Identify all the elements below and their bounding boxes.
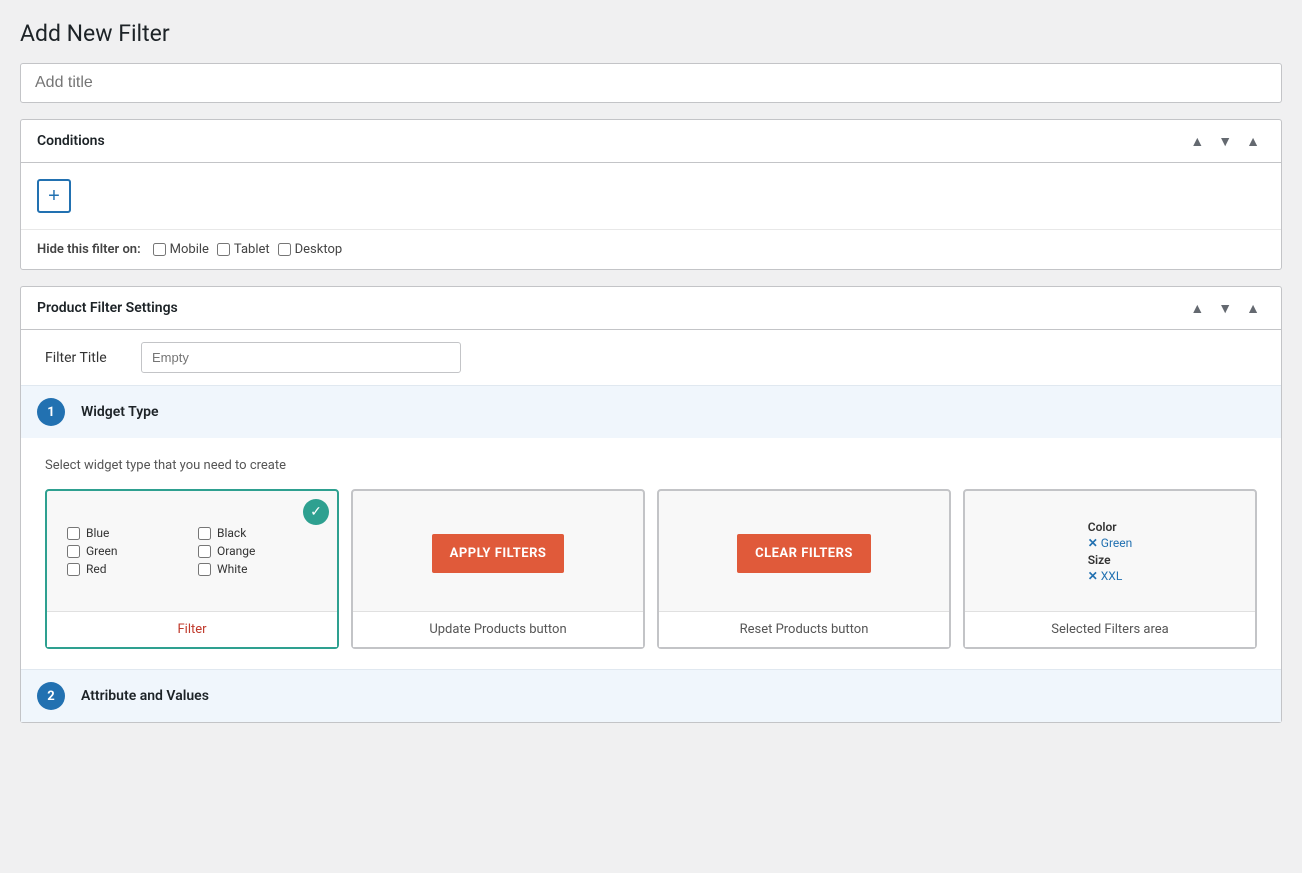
product-filter-panel-controls: ▲ ▼ ▲: [1185, 299, 1265, 317]
filter-check-white: White: [198, 562, 317, 576]
hide-desktop-checkbox[interactable]: [278, 243, 291, 256]
sf-color-x: ✕: [1088, 536, 1098, 550]
filter-check-red: Red: [67, 562, 186, 576]
sf-size-category: Size: [1088, 553, 1133, 567]
conditions-down-btn[interactable]: ▼: [1213, 132, 1237, 150]
widget-option-reset-products[interactable]: CLEAR FILTERS Reset Products button: [657, 489, 951, 649]
filter-preview: Blue Black Green Orange: [47, 491, 337, 611]
attribute-section-header: 2 Attribute and Values: [21, 669, 1281, 722]
conditions-panel: Conditions ▲ ▼ ▲ + Hide this filter on: …: [20, 119, 1282, 270]
sf-color-tag-text: Green: [1101, 536, 1132, 550]
sf-size-tag-text: XXL: [1101, 569, 1123, 583]
hide-filter-row: Hide this filter on: Mobile Tablet Deskt…: [21, 229, 1281, 269]
product-filter-panel-header: Product Filter Settings ▲ ▼ ▲: [21, 287, 1281, 330]
conditions-panel-header: Conditions ▲ ▼ ▲: [21, 120, 1281, 163]
filter-title-label: Filter Title: [45, 350, 125, 366]
widget-description: Select widget type that you need to crea…: [45, 458, 1257, 473]
add-condition-btn[interactable]: +: [37, 179, 71, 213]
apply-button-preview: APPLY FILTERS: [353, 491, 643, 611]
check-white: [198, 563, 211, 576]
hide-tablet-checkbox[interactable]: [217, 243, 230, 256]
hide-mobile-checkbox[interactable]: [153, 243, 166, 256]
attribute-section-title: Attribute and Values: [81, 688, 209, 704]
hide-mobile-label[interactable]: Mobile: [153, 242, 209, 257]
widget-section-title: Widget Type: [81, 404, 159, 420]
widget-section-number: 1: [37, 398, 65, 426]
selected-badge: ✓: [303, 499, 329, 525]
clear-btn: CLEAR FILTERS: [737, 534, 871, 573]
filter-check-orange: Orange: [198, 544, 317, 558]
filter-option-label: Filter: [47, 611, 337, 647]
filter-title-row: Filter Title: [21, 330, 1281, 385]
update-products-label: Update Products button: [353, 611, 643, 647]
sf-size-x: ✕: [1088, 569, 1098, 583]
check-blue: [67, 527, 80, 540]
conditions-panel-title: Conditions: [37, 133, 105, 149]
filter-checkboxes-preview: Blue Black Green Orange: [67, 526, 317, 580]
selected-filters-label: Selected Filters area: [965, 611, 1255, 647]
filter-check-green: Green: [67, 544, 186, 558]
widget-type-section-header: 1 Widget Type: [21, 385, 1281, 438]
reset-products-label: Reset Products button: [659, 611, 949, 647]
add-title-input[interactable]: [20, 63, 1282, 103]
widget-option-selected-filters[interactable]: Color ✕ Green Size ✕ XXL Selected Filter…: [963, 489, 1257, 649]
apply-btn: APPLY FILTERS: [432, 534, 565, 573]
check-red: [67, 563, 80, 576]
filter-cols: Blue Black Green Orange: [67, 526, 317, 580]
sf-color-tag: ✕ Green: [1088, 536, 1133, 550]
product-filter-panel: Product Filter Settings ▲ ▼ ▲ Filter Tit…: [20, 286, 1282, 723]
filter-check-blue: Blue: [67, 526, 186, 540]
selected-filters-preview: Color ✕ Green Size ✕ XXL: [965, 491, 1255, 611]
selected-filters-content: Color ✕ Green Size ✕ XXL: [1088, 520, 1133, 586]
conditions-panel-body: +: [21, 163, 1281, 229]
product-filter-collapse-btn[interactable]: ▲: [1241, 299, 1265, 317]
attribute-section-number: 2: [37, 682, 65, 710]
product-filter-panel-title: Product Filter Settings: [37, 300, 178, 316]
widget-options: ✓ Blue Black Green: [45, 489, 1257, 649]
conditions-panel-controls: ▲ ▼ ▲: [1185, 132, 1265, 150]
hide-filter-label: Hide this filter on:: [37, 242, 141, 257]
check-orange: [198, 545, 211, 558]
conditions-collapse-btn[interactable]: ▲: [1241, 132, 1265, 150]
widget-type-body: Select widget type that you need to crea…: [21, 438, 1281, 669]
hide-desktop-label[interactable]: Desktop: [278, 242, 343, 257]
hide-tablet-label[interactable]: Tablet: [217, 242, 270, 257]
clear-button-preview: CLEAR FILTERS: [659, 491, 949, 611]
filter-check-black: Black: [198, 526, 317, 540]
page-title: Add New Filter: [20, 20, 1282, 47]
product-filter-up-btn[interactable]: ▲: [1185, 299, 1209, 317]
product-filter-down-btn[interactable]: ▼: [1213, 299, 1237, 317]
check-black: [198, 527, 211, 540]
sf-size-tag: ✕ XXL: [1088, 569, 1133, 583]
filter-title-input[interactable]: [141, 342, 461, 373]
check-green: [67, 545, 80, 558]
widget-option-update-products[interactable]: APPLY FILTERS Update Products button: [351, 489, 645, 649]
conditions-up-btn[interactable]: ▲: [1185, 132, 1209, 150]
sf-color-category: Color: [1088, 520, 1133, 534]
widget-option-filter[interactable]: ✓ Blue Black Green: [45, 489, 339, 649]
